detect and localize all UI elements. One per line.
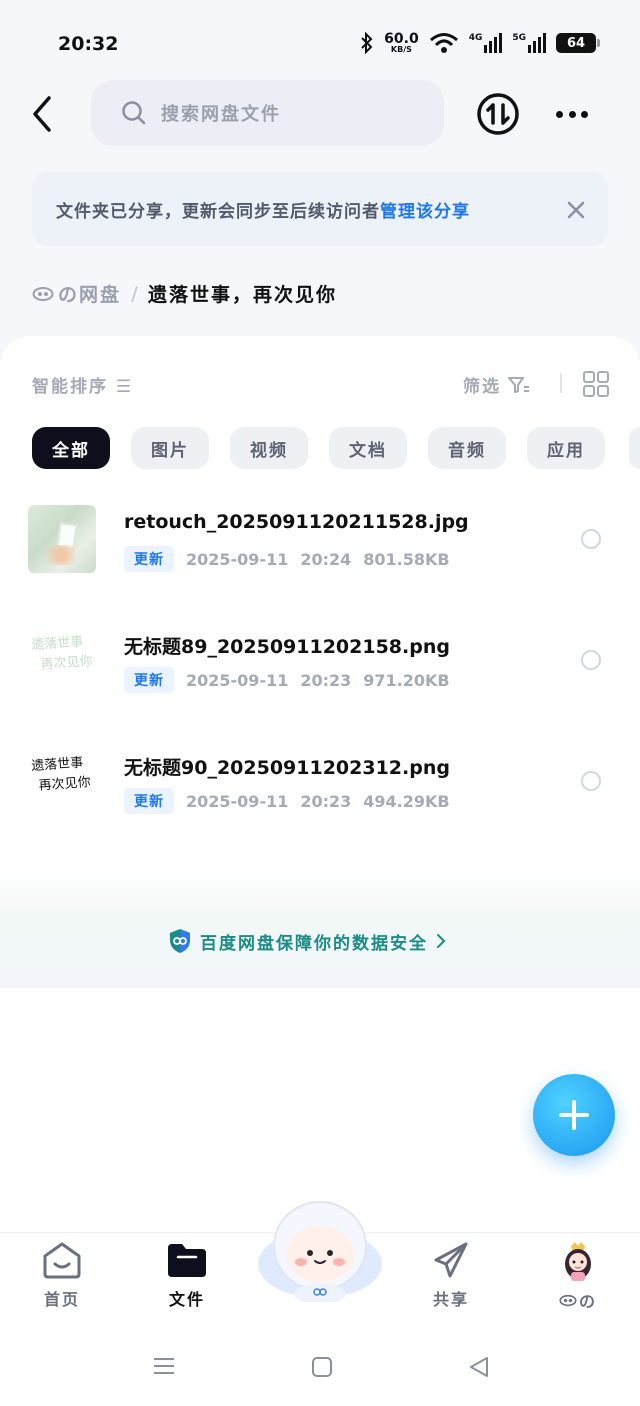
file-date: 2025-09-11: [186, 549, 289, 569]
file-time: 20:23: [300, 791, 352, 811]
nav-home[interactable]: 首页: [22, 1240, 102, 1310]
banner-text: 文件夹已分享，更新会同步至后续访问者: [56, 201, 380, 222]
search-input[interactable]: 搜索网盘文件: [91, 80, 444, 146]
more-dot-icon: [556, 110, 563, 118]
square-icon: [312, 1357, 332, 1377]
tab-audio[interactable]: 音频: [428, 427, 506, 469]
tab-apps[interactable]: 应用: [527, 427, 605, 469]
file-name: retouch_2025091120211528.jpg: [124, 511, 469, 533]
breadcrumb-root[interactable]: の网盘: [32, 280, 121, 307]
nav-share-label: 共享: [432, 1290, 469, 1309]
signal-5g-icon: 5G: [512, 33, 546, 53]
file-meta: 更新 2025-09-11 20:23 494.29KB: [124, 788, 450, 814]
back-button[interactable]: [22, 92, 62, 136]
nav-me[interactable]: の: [538, 1240, 618, 1312]
file-size: 801.58KB: [363, 549, 450, 569]
share-banner: 文件夹已分享，更新会同步至后续访问者 管理该分享: [32, 172, 608, 246]
grid-view-button[interactable]: [582, 370, 610, 398]
file-size: 971.20KB: [363, 670, 450, 690]
image-thumbnail: 遗落世事 再次见你: [28, 747, 96, 815]
bluetooth-icon: [361, 32, 373, 54]
back-system-button[interactable]: [468, 1355, 490, 1383]
breadcrumb: の网盘 / 遗落世事，再次见你: [32, 280, 337, 307]
chevron-right-icon: [437, 934, 446, 948]
nav-files[interactable]: 文件: [147, 1240, 227, 1310]
home-icon: [43, 1242, 81, 1279]
update-badge: 更新: [124, 546, 174, 572]
toolbar-divider: [560, 373, 562, 393]
tab-all[interactable]: 全部: [32, 427, 110, 469]
chevron-left-icon: [33, 96, 51, 132]
nav-share[interactable]: 共享: [411, 1240, 491, 1310]
safety-text: 百度网盘保障你的数据安全: [200, 933, 428, 954]
status-time: 20:32: [58, 33, 119, 55]
file-date: 2025-09-11: [186, 670, 289, 690]
sort-icon: ☰: [115, 377, 134, 397]
manage-share-link[interactable]: 管理该分享: [380, 197, 470, 222]
file-name: 无标题89_20250911202158.png: [124, 636, 450, 658]
eye-logo-icon: [32, 286, 54, 301]
file-date: 2025-09-11: [186, 791, 289, 811]
home-system-button[interactable]: [311, 1356, 333, 1382]
avatar: [565, 1242, 591, 1281]
grid-icon: [583, 371, 609, 397]
add-button[interactable]: [533, 1074, 615, 1156]
net-speed: 60.0 KB/S: [384, 31, 419, 54]
safety-link[interactable]: 百度网盘保障你的数据安全: [168, 928, 446, 954]
transfer-icon: [477, 93, 519, 135]
recent-apps-button[interactable]: [152, 1356, 176, 1380]
mascot-icon: [258, 1201, 382, 1304]
plus-icon: [559, 1100, 589, 1130]
menu-icon: [154, 1358, 174, 1374]
signal-4g-icon: 4G: [469, 33, 503, 53]
search-placeholder: 搜索网盘文件: [161, 104, 281, 125]
triangle-back-icon: [470, 1357, 488, 1377]
nav-files-label: 文件: [168, 1290, 205, 1309]
tab-videos[interactable]: 视频: [230, 427, 308, 469]
mascot-button[interactable]: [255, 1198, 385, 1304]
more-dot-icon: [568, 110, 576, 118]
more-dot-icon: [581, 110, 588, 118]
folder-icon: [168, 1244, 206, 1277]
wifi-icon: [429, 33, 458, 53]
file-size: 494.29KB: [363, 791, 450, 811]
image-thumbnail: [28, 505, 96, 573]
file-name: 无标题90_20250911202312.png: [124, 757, 450, 779]
nav-home-label: 首页: [43, 1290, 80, 1309]
close-icon: [567, 201, 585, 219]
banner-close-button[interactable]: [562, 196, 590, 224]
list-item[interactable]: 遗落世事 再次见你 无标题90_20250911202312.png 更新 20…: [0, 720, 640, 840]
more-button[interactable]: [552, 100, 592, 128]
file-meta: 更新 2025-09-11 20:23 971.20KB: [124, 667, 450, 693]
filter-icon: [508, 376, 529, 393]
select-radio[interactable]: [581, 771, 601, 791]
transfer-button[interactable]: [476, 92, 520, 136]
category-tabs: 全部 图片 视频 文档 音频 应用: [32, 427, 605, 469]
image-thumbnail: 遗落世事 再次见你: [28, 626, 96, 694]
tab-images[interactable]: 图片: [131, 427, 209, 469]
update-badge: 更新: [124, 667, 174, 693]
filter-button[interactable]: 筛选: [463, 372, 531, 397]
eye-logo-icon: [559, 1294, 577, 1306]
breadcrumb-current: 遗落世事，再次见你: [147, 284, 337, 306]
status-icons: 60.0 KB/S 4G 5G 64: [360, 28, 600, 58]
nav-me-label: の: [559, 1288, 597, 1312]
list-item[interactable]: retouch_2025091120211528.jpg 更新 2025-09-…: [0, 478, 640, 598]
tab-documents[interactable]: 文档: [329, 427, 407, 469]
search-icon: [122, 101, 146, 125]
update-badge: 更新: [124, 788, 174, 814]
list-item[interactable]: 遗落世事 再次见你 无标题89_20250911202158.png 更新 20…: [0, 599, 640, 719]
paper-plane-icon: [434, 1242, 468, 1278]
battery-indicator: 64: [556, 33, 600, 53]
select-radio[interactable]: [581, 529, 601, 549]
shield-icon: [170, 929, 190, 953]
file-meta: 更新 2025-09-11 20:24 801.58KB: [124, 546, 450, 572]
tab-overflow: [629, 427, 640, 469]
sort-button[interactable]: 智能排序 ☰: [32, 372, 133, 397]
select-radio[interactable]: [581, 650, 601, 670]
breadcrumb-separator: /: [131, 282, 138, 305]
file-time: 20:24: [300, 549, 352, 569]
file-time: 20:23: [300, 670, 352, 690]
